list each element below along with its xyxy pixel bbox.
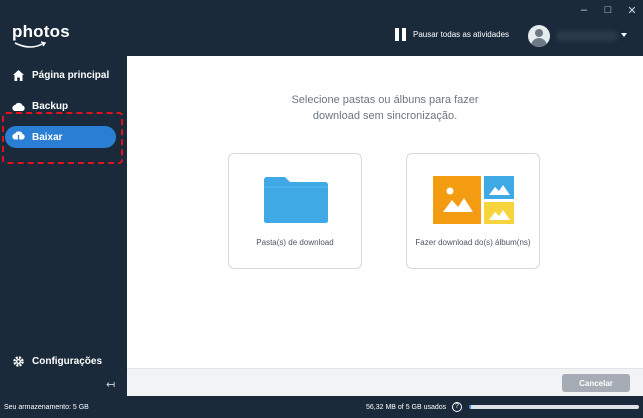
sidebar-item-label: Configurações <box>32 355 103 367</box>
window-controls: – □ ✕ <box>579 4 637 17</box>
help-icon[interactable]: ? <box>452 402 462 412</box>
instruction-line-2: download sem sincronização. <box>312 110 458 122</box>
download-folders-label: Pasta(s) de download <box>256 238 334 247</box>
sidebar-item-label: Backup <box>32 100 69 112</box>
download-albums-card[interactable]: Fazer download do(s) álbum(ns) <box>406 153 540 269</box>
pause-all-button[interactable]: Pausar todas as atividades <box>395 28 509 41</box>
sidebar-item-backup[interactable]: Backup <box>0 95 127 117</box>
instruction-line-1: Selecione pastas ou álbuns para fazer <box>291 94 479 106</box>
storage-usage: 56,32 MB of 5 GB usados <box>366 404 447 411</box>
storage-progress-fill <box>469 405 471 409</box>
app-logo: photos <box>12 22 70 41</box>
title-bar: photos – □ ✕ Pausar todas as atividades <box>0 0 643 56</box>
pause-all-label: Pausar todas as atividades <box>413 30 510 39</box>
instruction-text: Selecione pastas ou álbuns para fazer do… <box>127 92 643 124</box>
cloud-download-icon <box>12 131 25 144</box>
logo-smile-icon <box>14 41 47 48</box>
maximize-button[interactable]: □ <box>603 4 613 17</box>
sidebar-item-label: Baixar <box>32 131 63 143</box>
storage-capacity: Seu armazenamento: 5 GB <box>4 404 89 411</box>
status-bar: Seu armazenamento: 5 GB 56,32 MB of 5 GB… <box>0 396 643 418</box>
username-redacted[interactable] <box>556 31 618 41</box>
sidebar: Página principal Backup Baixar Configura… <box>0 56 127 396</box>
cancel-button[interactable]: Cancelar <box>562 374 630 392</box>
sidebar-item-settings[interactable]: Configurações <box>0 350 127 372</box>
folder-icon <box>264 177 328 223</box>
chevron-down-icon[interactable] <box>621 33 627 37</box>
download-folders-card[interactable]: Pasta(s) de download <box>228 153 362 269</box>
close-button[interactable]: ✕ <box>627 4 637 17</box>
sidebar-item-home[interactable]: Página principal <box>0 64 127 86</box>
album-icon <box>433 176 514 224</box>
collapse-sidebar-icon[interactable]: ↤ <box>106 378 115 391</box>
pause-icon <box>395 28 406 41</box>
home-icon <box>12 69 25 82</box>
download-albums-label: Fazer download do(s) álbum(ns) <box>415 238 531 247</box>
gear-icon <box>12 355 25 368</box>
storage-progress-bar <box>469 405 639 409</box>
cloud-icon <box>12 100 25 113</box>
main-panel: Selecione pastas ou álbuns para fazer do… <box>127 56 643 368</box>
minimize-button[interactable]: – <box>579 4 589 17</box>
action-bar: Cancelar <box>127 368 643 396</box>
sidebar-item-download[interactable]: Baixar <box>0 126 127 148</box>
avatar[interactable] <box>528 25 550 47</box>
sidebar-item-label: Página principal <box>32 69 110 81</box>
